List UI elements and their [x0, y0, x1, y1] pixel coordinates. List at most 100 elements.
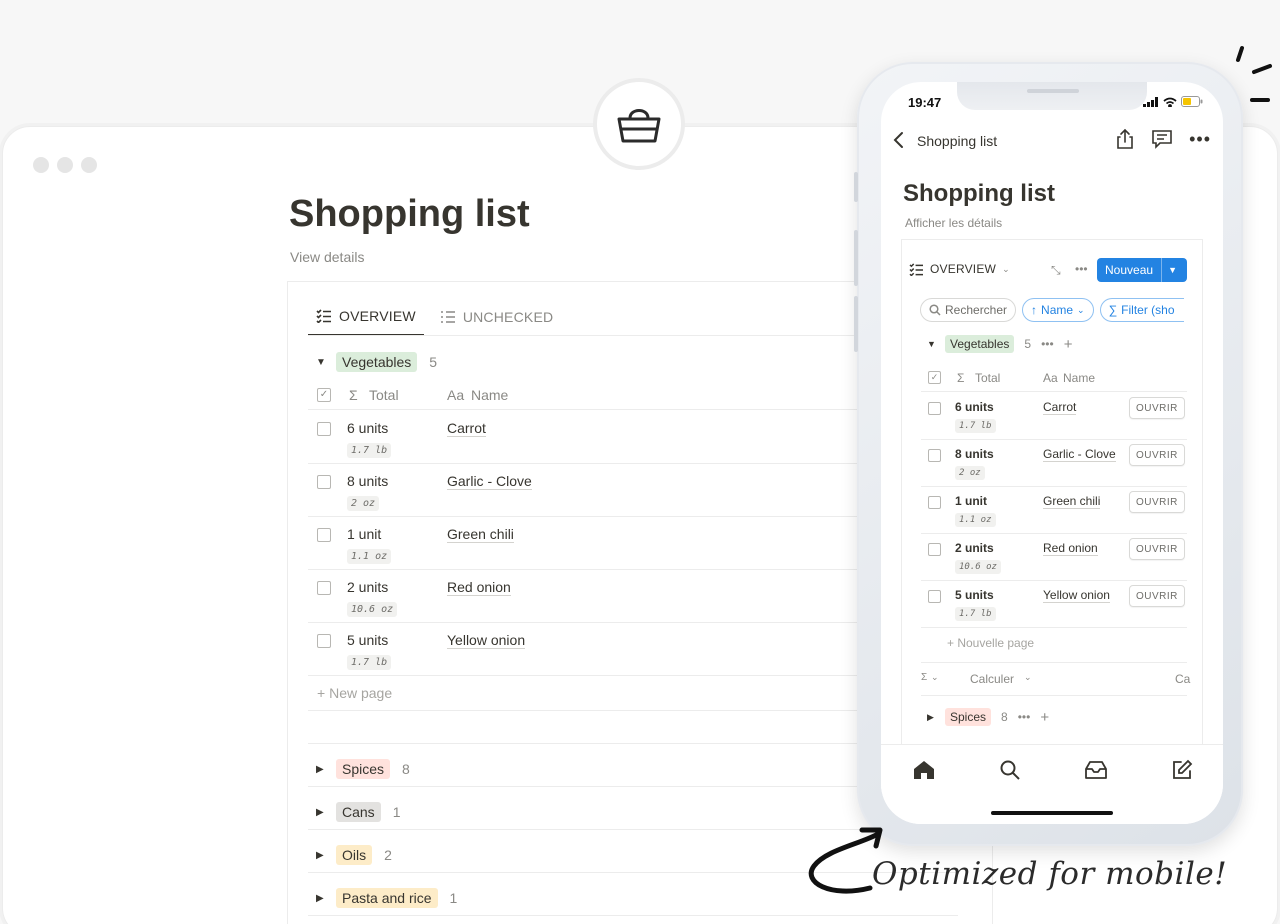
row-name[interactable]: Carrot — [1043, 400, 1077, 415]
mobile-group-vegetables[interactable]: ▼ Vegetables 5 ••• + — [927, 335, 1072, 353]
new-page-button[interactable]: + New page — [317, 685, 392, 701]
row-checkbox[interactable] — [928, 590, 941, 603]
row-checkbox[interactable] — [928, 402, 941, 415]
row-units: 5 units — [955, 588, 994, 602]
mobile-page-title: Shopping list — [903, 180, 1055, 207]
more-icon[interactable]: ••• — [1075, 262, 1088, 276]
row-name[interactable]: Green chili — [1043, 494, 1101, 509]
column-name[interactable]: Name — [471, 387, 508, 403]
group-oils[interactable]: ▶ Oils 2 — [316, 845, 392, 865]
mobile-view-selector[interactable]: OVERVIEW ⌄ — [909, 262, 1010, 276]
group-spices[interactable]: ▶ Spices 8 — [316, 759, 410, 779]
column-name[interactable]: Name — [1063, 371, 1095, 385]
plus-icon[interactable]: + — [1064, 336, 1073, 353]
chevron-down-icon[interactable]: ⌄ — [1024, 672, 1032, 683]
new-button[interactable]: Nouveau ▼ — [1097, 258, 1187, 282]
group-count: 5 — [429, 354, 438, 370]
row-name[interactable]: Yellow onion — [447, 632, 526, 649]
sigma-icon[interactable]: Σ — [921, 672, 927, 683]
share-icon[interactable] — [1115, 128, 1135, 150]
collapse-triangle-icon[interactable]: ▼ — [927, 339, 936, 349]
calculate-row: Σ ⌄ Calculer ⌄ Ca — [921, 662, 1190, 696]
row-units: 1 unit — [347, 526, 382, 542]
more-icon[interactable]: ••• — [1018, 710, 1031, 724]
mobile-group-spices[interactable]: ▶ Spices 8 ••• + — [927, 708, 1049, 726]
mobile-new-page-button[interactable]: + Nouvelle page — [947, 636, 1034, 650]
column-total[interactable]: Total — [975, 371, 1000, 385]
row-checkbox[interactable] — [317, 634, 331, 648]
row-name[interactable]: Red onion — [1043, 541, 1098, 556]
window-dot[interactable] — [81, 157, 97, 173]
row-name[interactable]: Yellow onion — [1043, 588, 1110, 603]
row-units: 6 units — [955, 400, 994, 414]
basket-icon-badge — [593, 78, 685, 170]
tab-overview[interactable]: OVERVIEW — [308, 300, 424, 336]
chevron-down-icon[interactable]: ⌄ — [931, 672, 939, 683]
table-row[interactable]: 6 units 1.7 lb Carrot OUVRIR — [921, 393, 1187, 440]
row-checkbox[interactable] — [317, 475, 331, 489]
search-icon[interactable] — [999, 759, 1021, 781]
open-button[interactable]: OUVRIR — [1129, 397, 1185, 419]
checkbox-column-icon[interactable]: ✓ — [928, 371, 941, 384]
open-button[interactable]: OUVRIR — [1129, 444, 1185, 466]
open-button[interactable]: OUVRIR — [1129, 585, 1185, 607]
row-name[interactable]: Red onion — [447, 579, 511, 596]
expand-triangle-icon[interactable]: ▶ — [316, 893, 324, 904]
search-pill[interactable]: Rechercher — [920, 298, 1017, 322]
checkbox-column-icon[interactable]: ✓ — [317, 388, 331, 402]
row-name[interactable]: Green chili — [447, 526, 514, 543]
row-checkbox[interactable] — [928, 543, 941, 556]
collapse-triangle-icon[interactable]: ▼ — [316, 357, 326, 368]
group-cans[interactable]: ▶ Cans 1 — [316, 802, 400, 822]
table-row[interactable]: 2 units 10.6 oz Red onion OUVRIR — [921, 534, 1187, 581]
filter-pill-label: Filter (sho — [1121, 303, 1175, 317]
mobile-breadcrumb[interactable]: Shopping list — [917, 133, 997, 149]
row-name[interactable]: Carrot — [447, 420, 486, 437]
more-icon[interactable]: ••• — [1189, 129, 1211, 150]
row-checkbox[interactable] — [317, 581, 331, 595]
expand-triangle-icon[interactable]: ▶ — [316, 807, 324, 818]
calculate-dropdown-truncated[interactable]: Ca — [1175, 672, 1190, 686]
window-dot[interactable] — [33, 157, 49, 173]
open-button[interactable]: OUVRIR — [1129, 538, 1185, 560]
row-checkbox[interactable] — [928, 496, 941, 509]
plus-icon[interactable]: + — [1040, 709, 1049, 726]
expand-triangle-icon[interactable]: ▶ — [316, 850, 324, 861]
row-checkbox[interactable] — [928, 449, 941, 462]
filter-pill[interactable]: ∑ Filter (sho — [1099, 298, 1184, 322]
table-row[interactable]: 8 units 2 oz Garlic - Clove OUVRIR — [921, 440, 1187, 487]
group-vegetables[interactable]: ▼ Vegetables 5 — [316, 352, 437, 372]
phone-side-button — [854, 172, 858, 202]
row-checkbox[interactable] — [317, 528, 331, 542]
row-units: 8 units — [347, 473, 389, 489]
list-indent-icon — [440, 311, 455, 323]
tab-unchecked[interactable]: UNCHECKED — [432, 300, 561, 336]
row-name[interactable]: Garlic - Clove — [1043, 447, 1116, 462]
window-dot[interactable] — [57, 157, 73, 173]
sort-pill[interactable]: ↑ Name ⌄ — [1022, 298, 1094, 322]
chevron-down-icon[interactable]: ▼ — [1161, 258, 1183, 282]
expand-triangle-icon[interactable]: ▶ — [927, 712, 935, 723]
inbox-icon[interactable] — [1084, 759, 1108, 781]
comment-icon[interactable] — [1151, 129, 1173, 149]
group-tag: Vegetables — [336, 352, 418, 372]
compose-icon[interactable] — [1171, 759, 1193, 781]
plus-icon: + — [947, 636, 958, 650]
column-total[interactable]: Total — [369, 387, 399, 403]
more-icon[interactable]: ••• — [1041, 337, 1054, 351]
group-count: 2 — [384, 847, 392, 863]
row-name[interactable]: Garlic - Clove — [447, 473, 532, 490]
row-checkbox[interactable] — [317, 422, 331, 436]
open-button[interactable]: OUVRIR — [1129, 491, 1185, 513]
expand-triangle-icon[interactable]: ▶ — [316, 764, 324, 775]
mobile-details-link[interactable]: Afficher les détails — [905, 216, 1002, 230]
calculate-dropdown[interactable]: Calculer — [970, 672, 1014, 686]
sigma-icon: Σ — [349, 386, 358, 403]
table-row[interactable]: 1 unit 1.1 oz Green chili OUVRIR — [921, 487, 1187, 534]
table-row[interactable]: 5 units 1.7 lb Yellow onion OUVRIR — [921, 581, 1187, 628]
home-icon[interactable] — [913, 759, 935, 781]
back-chevron-icon[interactable] — [891, 130, 907, 150]
expand-icon[interactable]: ⤡ — [1051, 263, 1061, 278]
view-details-link[interactable]: View details — [290, 249, 364, 265]
group-pasta-rice[interactable]: ▶ Pasta and rice 1 — [316, 888, 457, 908]
